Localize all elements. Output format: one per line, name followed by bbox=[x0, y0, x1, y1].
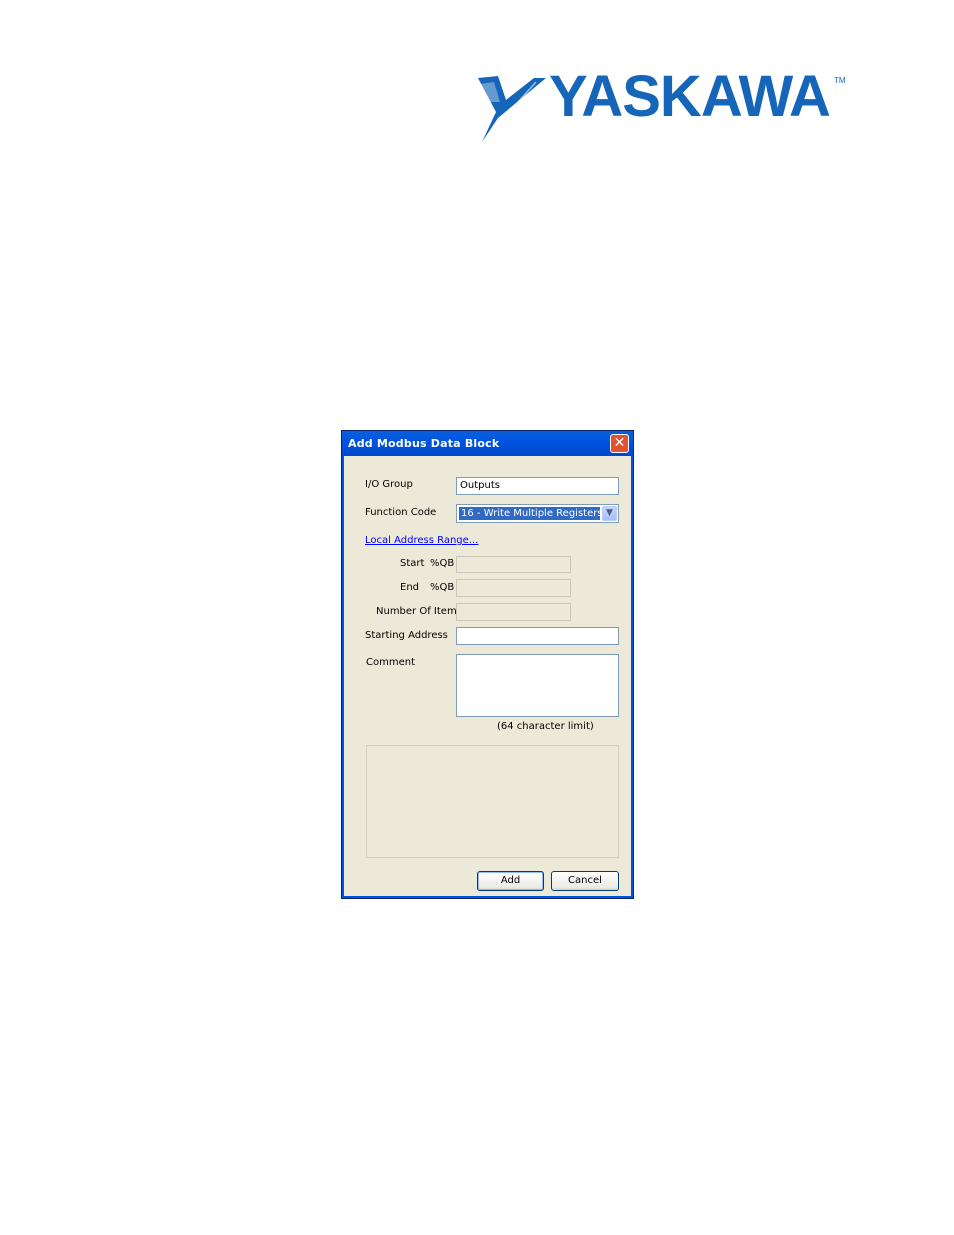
message-area bbox=[366, 745, 619, 858]
local-address-range-link[interactable]: Local Address Range... bbox=[365, 535, 478, 546]
io-group-label: I/O Group bbox=[365, 479, 413, 490]
function-code-label: Function Code bbox=[365, 507, 437, 518]
close-icon[interactable]: ✕ bbox=[610, 434, 629, 453]
io-group-field[interactable]: Outputs bbox=[456, 477, 619, 495]
function-code-value: 16 - Write Multiple Registers bbox=[459, 507, 600, 520]
start-label: Start bbox=[400, 558, 425, 569]
comment-label: Comment bbox=[366, 657, 415, 668]
add-button[interactable]: Add bbox=[477, 871, 544, 891]
add-modbus-data-block-dialog: Add Modbus Data Block ✕ I/O Group Output… bbox=[341, 430, 634, 899]
dialog-titlebar[interactable]: Add Modbus Data Block ✕ bbox=[342, 431, 633, 456]
end-label: End bbox=[400, 582, 420, 593]
dialog-title: Add Modbus Data Block bbox=[348, 437, 500, 450]
trademark-mark: TM bbox=[834, 76, 846, 85]
yaskawa-logo: YASKAWA TM bbox=[476, 68, 846, 147]
yaskawa-swoosh-icon bbox=[478, 76, 546, 142]
end-prefix: %QB bbox=[430, 582, 455, 593]
starting-address-label: Starting Address bbox=[365, 630, 448, 641]
starting-address-field[interactable] bbox=[456, 627, 619, 645]
end-field bbox=[456, 579, 571, 597]
chevron-down-icon[interactable]: ▼ bbox=[602, 506, 617, 521]
number-of-items-field bbox=[456, 603, 571, 621]
logo-wordmark: YASKAWA bbox=[549, 64, 831, 129]
start-field bbox=[456, 556, 571, 573]
number-of-items-label: Number Of Items bbox=[376, 606, 462, 617]
cancel-button[interactable]: Cancel bbox=[551, 871, 619, 891]
comment-field[interactable] bbox=[456, 654, 619, 717]
character-limit-note: (64 character limit) bbox=[497, 721, 594, 732]
start-prefix: %QB bbox=[430, 558, 455, 569]
function-code-select[interactable]: 16 - Write Multiple Registers ▼ bbox=[456, 504, 619, 523]
